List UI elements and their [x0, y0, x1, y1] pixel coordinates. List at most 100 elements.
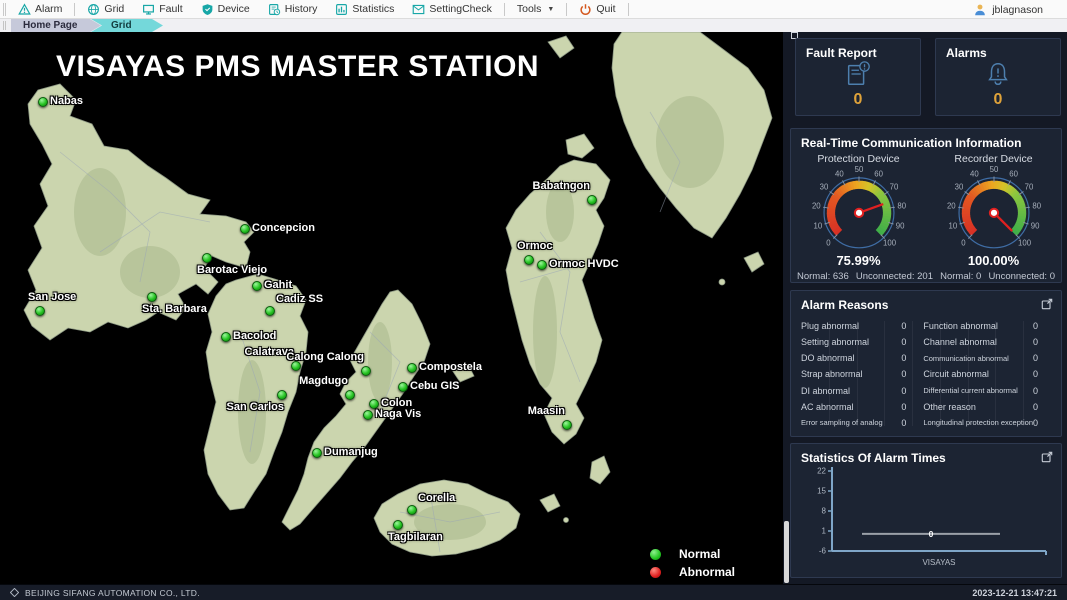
fault-button-label: Fault — [159, 3, 182, 15]
alarm-reason-value: 0 — [901, 386, 919, 396]
tab-grid[interactable]: Grid — [91, 19, 163, 32]
svg-text:30: 30 — [954, 183, 963, 192]
svg-text:0: 0 — [826, 239, 831, 248]
legend-abnormal-label: Abnormal — [679, 565, 735, 579]
tools-dropdown[interactable]: Tools ▼ — [508, 0, 563, 19]
toolbar-separator — [566, 3, 567, 16]
svg-text:90: 90 — [895, 222, 904, 231]
settingcheck-button[interactable]: SettingCheck — [403, 0, 500, 19]
station-marker[interactable] — [312, 448, 322, 458]
legend-row-normal: Normal — [650, 545, 735, 563]
panel-scrollbar-thumb[interactable] — [784, 521, 789, 583]
station-marker[interactable] — [221, 332, 231, 342]
expand-icon[interactable] — [1041, 451, 1053, 463]
protection-device-gauge: Protection Device 0102030405060708090100… — [791, 152, 926, 268]
station-marker[interactable] — [407, 505, 417, 515]
svg-text:60: 60 — [1009, 170, 1018, 179]
statistics-button[interactable]: Statistics — [326, 0, 403, 19]
svg-text:80: 80 — [897, 201, 906, 210]
station-label: Calong Calong — [286, 351, 364, 363]
island-panaon — [590, 456, 610, 484]
grid-button[interactable]: Grid — [78, 0, 133, 19]
svg-text:20: 20 — [946, 201, 955, 210]
alarm-reasons-card: Alarm Reasons Plug abnormal0Setting abno… — [790, 290, 1062, 437]
station-marker[interactable] — [407, 363, 417, 373]
protection-normal-count: Normal: 636 — [797, 271, 849, 282]
company-name: BEIJING SIFANG AUTOMATION CO., LTD. — [25, 588, 200, 598]
alarm-reason-label: Setting abnormal — [801, 337, 901, 347]
alarm-reason-row: Circuit abnormal0 — [923, 369, 1051, 379]
globe-icon — [87, 3, 100, 16]
station-marker[interactable] — [361, 366, 371, 376]
statistics-button-label: Statistics — [352, 3, 394, 15]
station-label: Gahit — [264, 279, 292, 291]
alarm-button-label: Alarm — [35, 3, 62, 15]
station-marker[interactable] — [35, 306, 45, 316]
fault-report-icon — [843, 60, 873, 88]
islet — [540, 494, 560, 512]
user-menu[interactable]: jblagnason — [973, 0, 1043, 19]
fault-button[interactable]: Fault — [133, 0, 191, 19]
station-label: Magdugo — [299, 375, 348, 387]
map-view[interactable]: VISAYAS PMS MASTER STATION NabasSan Jose… — [0, 32, 783, 584]
station-marker[interactable] — [587, 195, 597, 205]
svg-text:100: 100 — [1018, 239, 1032, 248]
alarm-statistics-title: Statistics Of Alarm Times — [791, 444, 1061, 465]
alarm-reason-value: 0 — [1033, 321, 1051, 331]
chevron-down-icon: ▼ — [547, 6, 554, 13]
expand-icon[interactable] — [1041, 298, 1053, 310]
svg-text:60: 60 — [874, 170, 883, 179]
station-marker[interactable] — [363, 410, 373, 420]
station-marker[interactable] — [147, 292, 157, 302]
history-icon — [268, 3, 281, 16]
fault-report-card[interactable]: Fault Report 0 — [795, 38, 921, 116]
svg-text:80: 80 — [1032, 201, 1041, 210]
station-marker[interactable] — [537, 260, 547, 270]
station-marker[interactable] — [240, 224, 250, 234]
monitor-icon — [142, 3, 155, 16]
station-marker[interactable] — [202, 253, 212, 263]
history-button[interactable]: History — [259, 0, 327, 19]
right-panel: Fault Report 0 Alarms 0 Real-Time Co — [783, 32, 1067, 584]
alarm-reason-value: 0 — [901, 369, 919, 379]
alarm-reason-row: AC abnormal0 — [801, 402, 919, 412]
station-marker[interactable] — [562, 420, 572, 430]
device-button[interactable]: Device — [192, 0, 259, 19]
station-marker[interactable] — [38, 97, 48, 107]
svg-text:30: 30 — [819, 183, 828, 192]
station-marker[interactable] — [252, 281, 262, 291]
envelope-check-icon — [412, 3, 425, 16]
legend-normal-label: Normal — [679, 547, 720, 561]
station-marker[interactable] — [277, 390, 287, 400]
username: jblagnason — [992, 4, 1043, 16]
islet — [719, 279, 725, 285]
svg-text:15: 15 — [817, 487, 826, 496]
station-marker[interactable] — [393, 520, 403, 530]
fault-report-title: Fault Report — [796, 39, 877, 60]
protection-unconnected-count: Unconnected: 201 — [856, 271, 933, 282]
station-label: Bacolod — [233, 330, 276, 342]
map-terrain — [0, 32, 783, 584]
alarm-button[interactable]: Alarm — [9, 0, 71, 19]
legend-row-abnormal: Abnormal — [650, 563, 735, 581]
alarm-reason-label: DI abnormal — [801, 386, 901, 396]
station-marker[interactable] — [345, 390, 355, 400]
alarm-statistics-card: Statistics Of Alarm Times 221581-60VISAY… — [790, 443, 1062, 578]
gauge-value: 75.99% — [836, 253, 880, 268]
tab-home-page[interactable]: Home Page — [11, 19, 101, 32]
station-marker[interactable] — [265, 306, 275, 316]
alarm-reason-label: Circuit abnormal — [923, 369, 1033, 379]
toolbar-separator — [74, 3, 75, 16]
quit-button[interactable]: Quit — [570, 0, 624, 19]
settingcheck-button-label: SettingCheck — [429, 3, 491, 15]
alarm-reason-label: Other reason — [923, 402, 1033, 412]
station-label: Tagbilaran — [388, 531, 443, 543]
alarm-reasons-left-column: Plug abnormal0Setting abnormal0DO abnorm… — [801, 319, 923, 430]
map-title: VISAYAS PMS MASTER STATION — [56, 50, 539, 84]
station-marker[interactable] — [398, 382, 408, 392]
alarms-card[interactable]: Alarms 0 — [935, 38, 1061, 116]
alarm-triangle-icon — [18, 3, 31, 16]
statusbar-datetime: 2023-12-21 13:47:21 — [972, 588, 1057, 598]
gauge-value: 100.00% — [968, 253, 1019, 268]
station-marker[interactable] — [524, 255, 534, 265]
